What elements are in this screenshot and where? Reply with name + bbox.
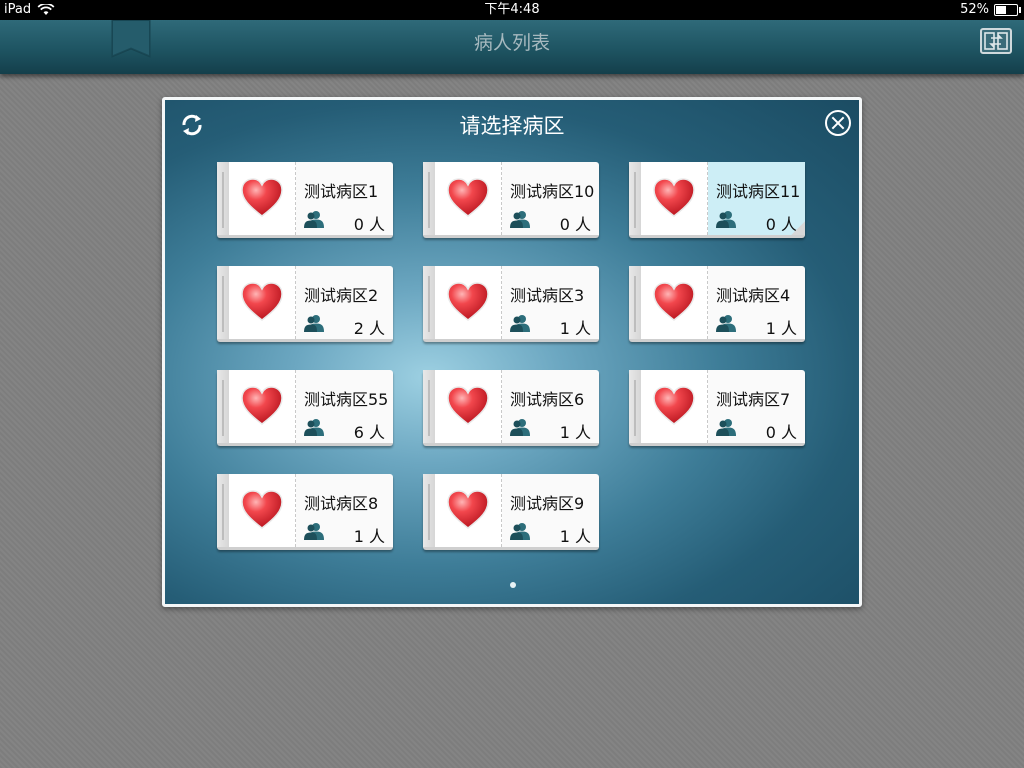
ward-card[interactable]: 测试病区55 6 人 bbox=[217, 370, 393, 446]
battery-fill bbox=[996, 6, 1006, 14]
ward-card[interactable]: 测试病区9 1 人 bbox=[423, 474, 599, 550]
heart-area bbox=[435, 266, 502, 339]
heart-icon bbox=[447, 490, 489, 529]
ward-name: 测试病区1 bbox=[304, 182, 379, 201]
ward-info: 测试病区3 1 人 bbox=[502, 266, 599, 339]
battery-indicator: 52% bbox=[960, 0, 1021, 20]
page-title: 病人列表 bbox=[473, 32, 550, 54]
ward-info: 测试病区7 0 人 bbox=[708, 370, 805, 443]
ward-name: 测试病区9 bbox=[510, 494, 585, 513]
heart-area bbox=[641, 266, 708, 339]
heart-icon bbox=[241, 178, 283, 217]
heart-area bbox=[229, 370, 296, 443]
heart-icon bbox=[447, 282, 489, 321]
ward-info: 测试病区2 2 人 bbox=[296, 266, 393, 339]
switch-view-icon[interactable] bbox=[980, 28, 1012, 54]
patient-count: 2 人 bbox=[353, 319, 385, 338]
heart-icon bbox=[447, 386, 489, 425]
patient-count: 6 人 bbox=[353, 423, 385, 442]
patient-count: 0 人 bbox=[559, 215, 591, 234]
patients-icon bbox=[510, 315, 530, 332]
ward-info: 测试病区6 1 人 bbox=[502, 370, 599, 443]
heart-icon bbox=[653, 178, 695, 217]
heart-area bbox=[229, 474, 296, 547]
ward-card[interactable]: 测试病区11 0 人 bbox=[629, 162, 805, 238]
dialog-title: 请选择病区 bbox=[459, 114, 565, 138]
ward-card[interactable]: 测试病区1 0 人 bbox=[217, 162, 393, 238]
heart-icon bbox=[653, 282, 695, 321]
patient-count: 1 人 bbox=[353, 527, 385, 546]
patient-count: 1 人 bbox=[559, 423, 591, 442]
heart-icon bbox=[241, 386, 283, 425]
patients-icon bbox=[510, 419, 530, 436]
heart-icon bbox=[653, 386, 695, 425]
heart-area bbox=[435, 474, 502, 547]
ward-name: 测试病区2 bbox=[304, 286, 379, 305]
page-curl-icon bbox=[791, 221, 805, 235]
ward-card[interactable]: 测试病区4 1 人 bbox=[629, 266, 805, 342]
ward-name: 测试病区55 bbox=[304, 390, 389, 409]
heart-area bbox=[435, 370, 502, 443]
patient-count: 0 人 bbox=[765, 423, 797, 442]
battery-icon bbox=[994, 4, 1021, 16]
patients-icon bbox=[304, 419, 324, 436]
status-time: 下午4:48 bbox=[484, 2, 540, 17]
ward-card[interactable]: 测试病区10 0 人 bbox=[423, 162, 599, 238]
heart-area bbox=[641, 162, 708, 235]
status-bar: iPad 下午4:48 52% bbox=[0, 0, 1024, 20]
ward-name: 测试病区4 bbox=[716, 286, 791, 305]
ward-card[interactable]: 测试病区2 2 人 bbox=[217, 266, 393, 342]
patients-icon bbox=[716, 419, 736, 436]
heart-icon bbox=[447, 178, 489, 217]
patient-count: 1 人 bbox=[559, 319, 591, 338]
ward-select-dialog: 请选择病区 测试病区1 0 人测试病区10 0 人测试病区11 0 人测试病区2 2 人… bbox=[162, 97, 862, 607]
ward-info: 测试病区1 0 人 bbox=[296, 162, 393, 235]
patients-icon bbox=[510, 523, 530, 540]
ward-name: 测试病区8 bbox=[304, 494, 379, 513]
ward-card[interactable]: 测试病区7 0 人 bbox=[629, 370, 805, 446]
heart-icon bbox=[241, 282, 283, 321]
heart-area bbox=[229, 266, 296, 339]
patients-icon bbox=[716, 315, 736, 332]
ward-card[interactable]: 测试病区8 1 人 bbox=[217, 474, 393, 550]
patients-icon bbox=[716, 211, 736, 228]
patients-icon bbox=[304, 523, 324, 540]
page-indicator bbox=[510, 582, 516, 588]
ward-card[interactable]: 测试病区6 1 人 bbox=[423, 370, 599, 446]
heart-area bbox=[435, 162, 502, 235]
ward-name: 测试病区11 bbox=[716, 182, 801, 201]
heart-icon bbox=[241, 490, 283, 529]
ward-card[interactable]: 测试病区3 1 人 bbox=[423, 266, 599, 342]
battery-percent: 52% bbox=[960, 2, 989, 17]
ward-info: 测试病区4 1 人 bbox=[708, 266, 805, 339]
ward-name: 测试病区3 bbox=[510, 286, 585, 305]
ward-name: 测试病区7 bbox=[716, 390, 791, 409]
patient-count: 1 人 bbox=[765, 319, 797, 338]
ward-info: 测试病区9 1 人 bbox=[502, 474, 599, 547]
close-icon[interactable] bbox=[825, 110, 851, 136]
ward-info: 测试病区8 1 人 bbox=[296, 474, 393, 547]
patient-count: 0 人 bbox=[353, 215, 385, 234]
patients-icon bbox=[510, 211, 530, 228]
patients-icon bbox=[304, 315, 324, 332]
heart-area bbox=[641, 370, 708, 443]
patients-icon bbox=[304, 211, 324, 228]
nav-bar: 病人列表 bbox=[0, 19, 1024, 74]
ward-name: 测试病区6 bbox=[510, 390, 585, 409]
ward-info: 测试病区55 6 人 bbox=[296, 370, 393, 443]
patient-count: 1 人 bbox=[559, 527, 591, 546]
heart-area bbox=[229, 162, 296, 235]
ward-info: 测试病区10 0 人 bbox=[502, 162, 599, 235]
ward-name: 测试病区10 bbox=[510, 182, 595, 201]
